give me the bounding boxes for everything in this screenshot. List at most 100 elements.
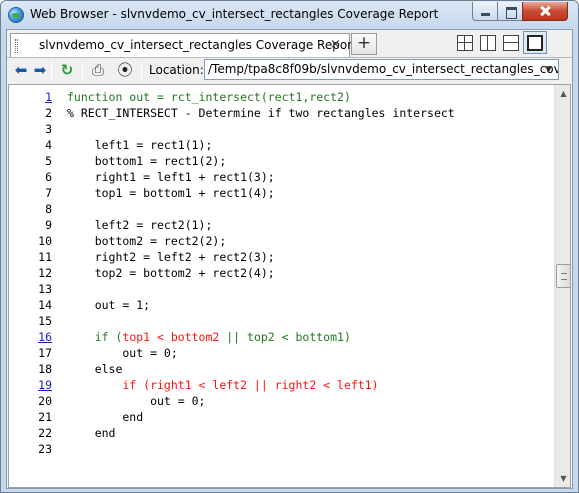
location-label: Location: bbox=[149, 63, 204, 77]
tab-close-icon[interactable]: × bbox=[330, 37, 341, 52]
code-line: 15 bbox=[9, 313, 554, 329]
maximize-button[interactable] bbox=[497, 2, 523, 21]
code-fragment: right2 = left2 + rect2(3); bbox=[67, 250, 275, 264]
code-line: 4 left1 = rect1(1); bbox=[9, 137, 554, 153]
forward-arrow-icon[interactable]: ➡ bbox=[31, 62, 49, 78]
new-tab-button[interactable]: + bbox=[351, 33, 377, 55]
tab-coverage-report[interactable]: slvnvdemo_cv_intersect_rectangles Covera… bbox=[10, 33, 357, 57]
code-text: bottom2 = rect2(2); bbox=[67, 234, 227, 248]
code-text: function out = rct_intersect(rect1,rect2… bbox=[67, 90, 351, 104]
scroll-down-icon[interactable]: ▼ bbox=[555, 470, 570, 487]
tab-drag-handle[interactable] bbox=[15, 39, 18, 53]
vertical-scrollbar[interactable]: ▲ ▼ bbox=[554, 85, 570, 487]
line-number-link[interactable]: 1 bbox=[9, 89, 67, 105]
code-fragment: out = 0; bbox=[67, 346, 178, 360]
code-line: 7 top1 = bottom1 + rect1(4); bbox=[9, 185, 554, 201]
location-input[interactable]: /Temp/tpa8c8f09b/slvnvdemo_cv_intersect_… bbox=[204, 59, 559, 80]
browser-window: Web Browser - slvnvdemo_cv_intersect_rec… bbox=[0, 0, 579, 493]
keyword-code: function out = rct_intersect(rect1,rect2… bbox=[67, 90, 351, 104]
code-text: out = 0; bbox=[67, 394, 205, 408]
keyword-code: || top2 < bottom1) bbox=[219, 330, 351, 344]
find-binoculars-icon[interactable]: ⦿ bbox=[116, 62, 134, 78]
code-fragment: end bbox=[67, 410, 144, 424]
code-fragment: left1 = rect1(1); bbox=[67, 138, 213, 152]
line-number: 22 bbox=[38, 426, 52, 440]
line-number: 12 bbox=[38, 266, 52, 280]
code-line: 14 out = 1; bbox=[9, 297, 554, 313]
code-fragment: end bbox=[67, 426, 116, 440]
code-text: left2 = rect2(1); bbox=[67, 218, 213, 232]
title-bar[interactable]: Web Browser - slvnvdemo_cv_intersect_rec… bbox=[1, 1, 578, 29]
tile-vertical-icon[interactable] bbox=[480, 35, 496, 51]
code-line: 8 bbox=[9, 201, 554, 217]
code-line: 6 right1 = left1 + rect1(3); bbox=[9, 169, 554, 185]
code-fragment: out = 1; bbox=[67, 298, 151, 312]
window-title: Web Browser - slvnvdemo_cv_intersect_rec… bbox=[30, 7, 439, 21]
code-text: bottom1 = rect1(2); bbox=[67, 154, 227, 168]
code-line: 19 if (right1 < left2 || right2 < left1) bbox=[9, 377, 554, 393]
line-number: 18 bbox=[38, 362, 52, 376]
code-fragment: else bbox=[67, 362, 123, 376]
code-text: if (right1 < left2 || right2 < left1) bbox=[67, 378, 379, 392]
location-dropdown-icon[interactable]: ▼ bbox=[545, 65, 552, 75]
code-text: end bbox=[67, 410, 143, 424]
keyword-code: if ( bbox=[67, 330, 123, 344]
line-number: 20 bbox=[38, 394, 52, 408]
code-fragment: out = 0; bbox=[67, 394, 206, 408]
code-line: 3 bbox=[9, 121, 554, 137]
tab-label: slvnvdemo_cv_intersect_rectangles Covera… bbox=[39, 38, 357, 52]
code-line: 13 bbox=[9, 281, 554, 297]
line-number: 4 bbox=[45, 138, 52, 152]
code-fragment: % RECT_INTERSECT - Determine if two rect… bbox=[67, 106, 455, 120]
code-line: 11 right2 = left2 + rect2(3); bbox=[9, 249, 554, 265]
line-number: 7 bbox=[45, 186, 52, 200]
browser-toolbar: ⬅ ➡ ↻ ⎙ ⦿ Location: /Temp/tpa8c8f09b/slv… bbox=[7, 57, 572, 82]
refresh-icon[interactable]: ↻ bbox=[58, 62, 76, 78]
line-number-link[interactable]: 16 bbox=[9, 329, 67, 345]
code-fragment: top2 = bottom2 + rect2(4); bbox=[67, 266, 275, 280]
code-fragment: bottom1 = rect1(2); bbox=[67, 154, 227, 168]
close-window-button[interactable] bbox=[522, 2, 568, 21]
code-line: 17 out = 0; bbox=[9, 345, 554, 361]
line-number: 6 bbox=[45, 170, 52, 184]
scroll-thumb[interactable] bbox=[556, 264, 570, 288]
report-content: 1 function out = rct_intersect(rect1,rect… bbox=[8, 84, 571, 488]
code-listing: 1 function out = rct_intersect(rect1,rect… bbox=[9, 89, 554, 457]
code-line: 2 % RECT_INTERSECT - Determine if two rec… bbox=[9, 105, 554, 121]
code-text: out = 0; bbox=[67, 346, 178, 360]
code-line: 22 end bbox=[9, 425, 554, 441]
line-number: 5 bbox=[45, 154, 52, 168]
line-number: 23 bbox=[38, 442, 52, 456]
code-line: 5 bottom1 = rect1(2); bbox=[9, 153, 554, 169]
scroll-up-icon[interactable]: ▲ bbox=[555, 85, 570, 102]
minimize-button[interactable] bbox=[472, 2, 498, 21]
line-number: 3 bbox=[45, 122, 52, 136]
code-line: 18 else bbox=[9, 361, 554, 377]
line-number: 8 bbox=[45, 202, 52, 216]
line-number: 11 bbox=[38, 250, 52, 264]
single-view-button[interactable] bbox=[523, 31, 547, 54]
code-text: else bbox=[67, 362, 123, 376]
line-number: 2 bbox=[45, 106, 52, 120]
print-icon[interactable]: ⎙ bbox=[89, 62, 107, 78]
line-number: 21 bbox=[38, 410, 52, 424]
code-line: 10 bottom2 = rect2(2); bbox=[9, 233, 554, 249]
single-view-icon bbox=[527, 35, 543, 51]
code-line: 23 bbox=[9, 441, 554, 457]
code-line: 12 top2 = bottom2 + rect2(4); bbox=[9, 265, 554, 281]
line-number: 9 bbox=[45, 218, 52, 232]
code-text: right2 = left2 + rect2(3); bbox=[67, 250, 275, 264]
line-number-link[interactable]: 19 bbox=[9, 377, 67, 393]
uncovered-code: if (right1 < left2 || right2 < left1) bbox=[67, 378, 379, 392]
line-number: 17 bbox=[38, 346, 52, 360]
code-text: right1 = left1 + rect1(3); bbox=[67, 170, 275, 184]
tile-horizontal-icon[interactable] bbox=[503, 35, 519, 51]
code-fragment: bottom2 = rect2(2); bbox=[67, 234, 227, 248]
line-number: 13 bbox=[38, 282, 52, 296]
toolbar-separator bbox=[141, 61, 142, 80]
back-arrow-icon[interactable]: ⬅ bbox=[12, 62, 30, 78]
tile-grid-icon[interactable] bbox=[457, 35, 473, 51]
code-line: 21 end bbox=[9, 409, 554, 425]
code-text: top2 = bottom2 + rect2(4); bbox=[67, 266, 275, 280]
uncovered-code: top1 < bottom2 bbox=[122, 330, 220, 344]
